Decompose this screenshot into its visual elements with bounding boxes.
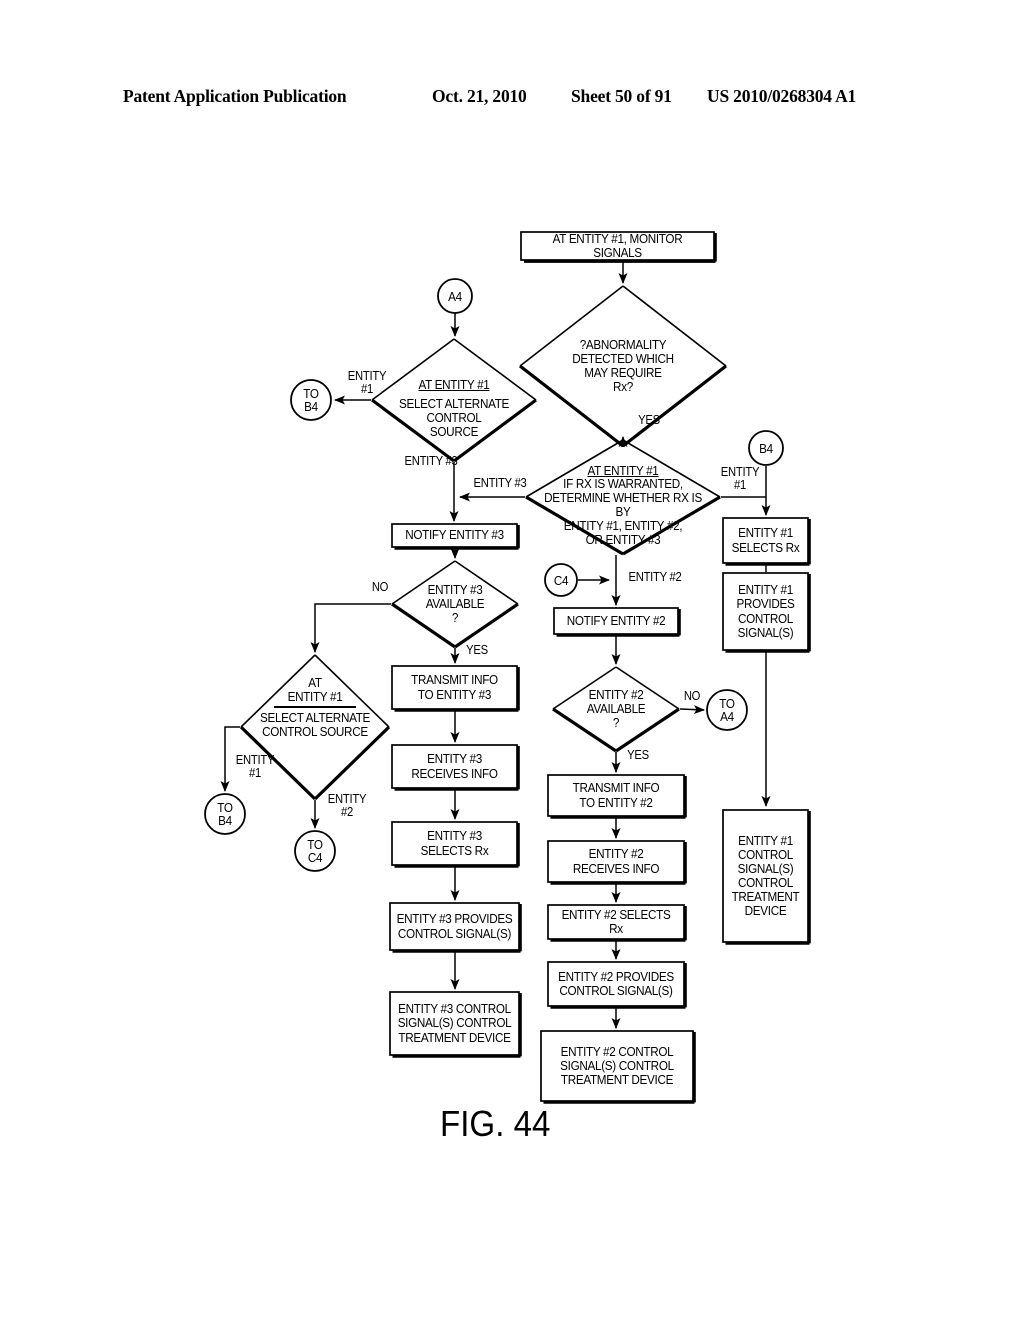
figure-caption: FIG. 44: [440, 1103, 551, 1144]
alt-control-lower-underline: [274, 706, 356, 708]
